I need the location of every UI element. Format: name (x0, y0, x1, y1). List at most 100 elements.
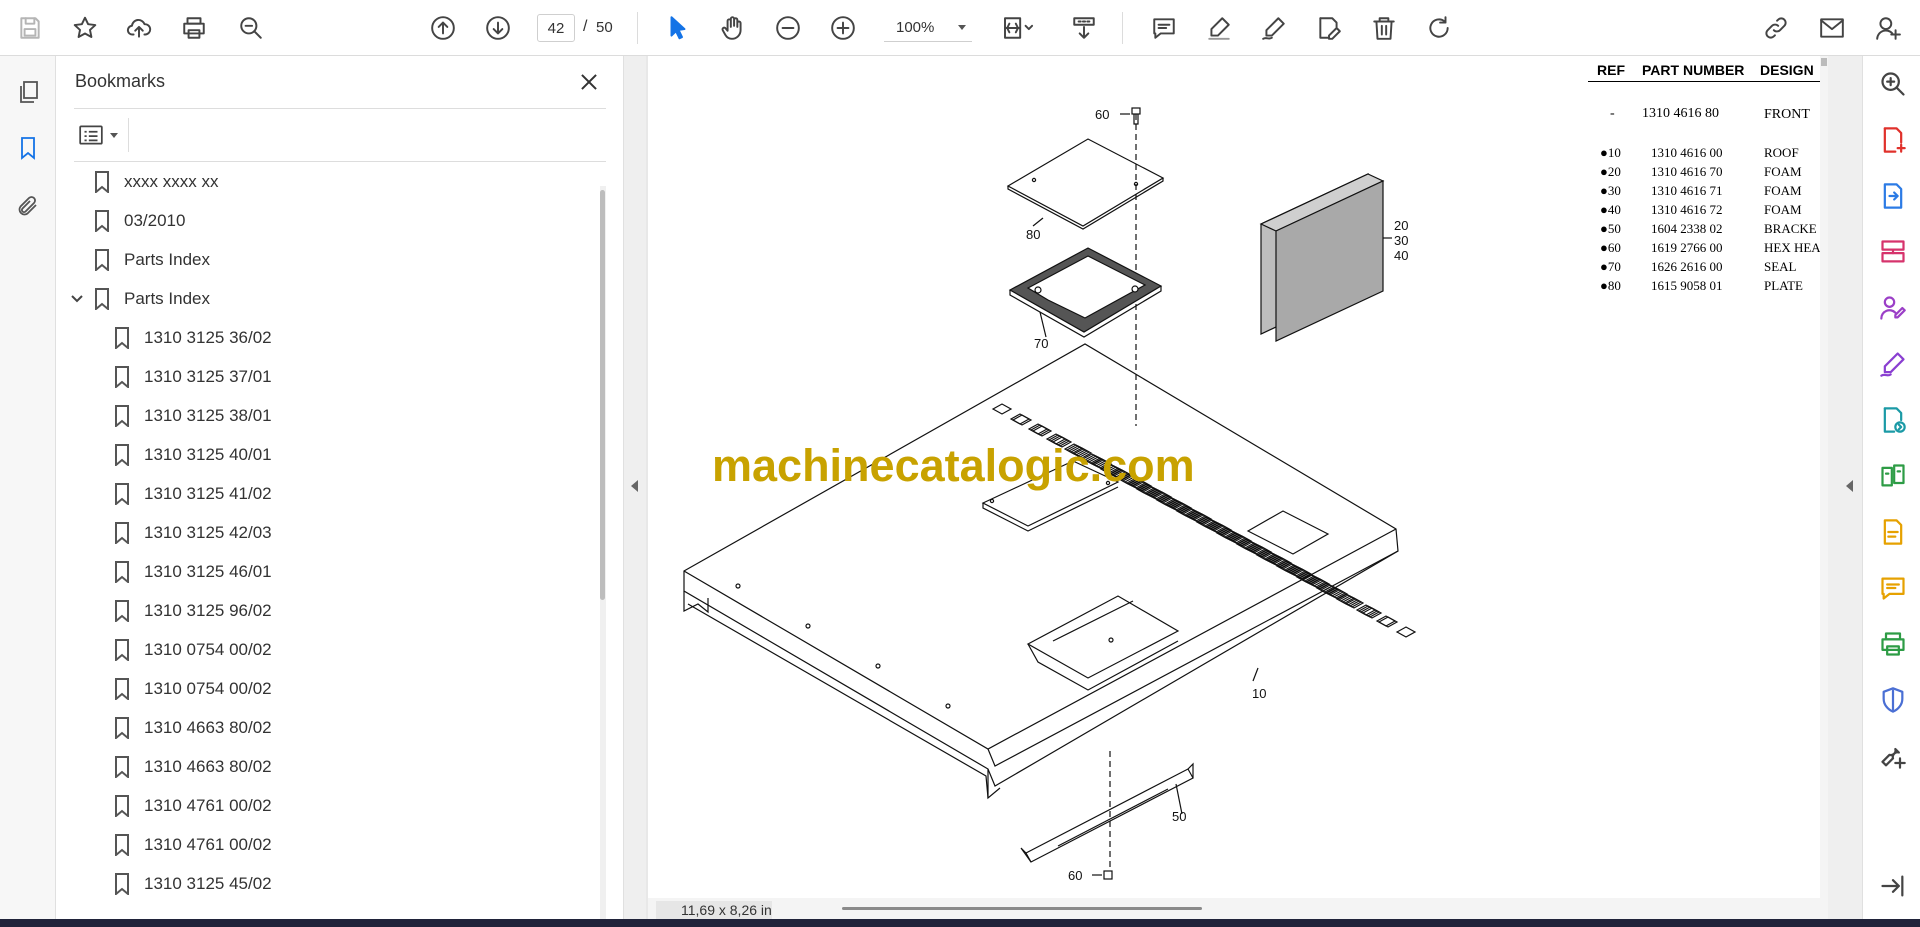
select-tool-icon[interactable] (660, 10, 696, 46)
parts-row-ref: ●80 (1600, 278, 1621, 293)
bookmark-icon (114, 483, 130, 507)
bookmark-label: 03/2010 (124, 211, 186, 230)
close-icon[interactable] (576, 69, 602, 95)
bookmark-item[interactable]: Parts Index (94, 241, 210, 279)
collapse-left-icon[interactable] (631, 480, 638, 492)
fit-page-icon[interactable] (996, 10, 1040, 46)
bookmark-item[interactable]: 1310 4761 00/02 (114, 826, 272, 864)
status-bar: 11,69 x 8,26 in (648, 898, 1828, 919)
rotate-icon[interactable] (1421, 10, 1457, 46)
parts-row-ref: ●40 (1600, 202, 1621, 217)
bookmark-item-expanded[interactable]: Parts Index (56, 280, 596, 318)
email-icon[interactable] (1814, 10, 1850, 46)
bookmark-icon (114, 561, 130, 585)
bookmark-item[interactable]: 1310 3125 36/02 (114, 319, 272, 357)
draw-icon[interactable] (1256, 10, 1292, 46)
parts-row-ref: ●70 (1600, 259, 1621, 274)
bookmark-item[interactable]: 1310 0754 00/02 (114, 670, 272, 708)
hand-tool-icon[interactable] (715, 10, 751, 46)
parts-row-part: 1310 4616 70 (1651, 164, 1723, 179)
account-icon[interactable] (1870, 10, 1906, 46)
bookmark-item[interactable]: 1310 3125 42/03 (114, 514, 272, 552)
bookmark-item[interactable]: 03/2010 (94, 202, 185, 240)
document-vertical-scrollbar[interactable] (1820, 56, 1828, 901)
bookmark-icon (114, 756, 130, 780)
attachments-icon[interactable] (12, 190, 44, 222)
parts-row-ref: - (1610, 106, 1615, 121)
protect-icon[interactable] (1877, 684, 1909, 716)
star-icon[interactable] (67, 10, 103, 46)
bookmark-item[interactable]: 1310 4663 80/02 (114, 709, 272, 747)
share-link-icon[interactable] (1758, 10, 1794, 46)
right-tools-rail (1862, 56, 1920, 919)
create-pdf-icon[interactable] (1877, 124, 1909, 156)
search-zoom-icon[interactable] (1877, 68, 1909, 100)
callout-10: 10 (1252, 686, 1266, 701)
comment-icon[interactable] (1146, 10, 1182, 46)
more-tools-icon[interactable] (1877, 740, 1909, 772)
bookmark-list: xxxx xxxx xx 03/2010 Parts Index Parts I… (56, 163, 596, 919)
upload-icon[interactable] (121, 10, 157, 46)
request-signature-icon[interactable] (1877, 292, 1909, 324)
bookmark-label: Parts Index (124, 250, 210, 269)
compare-icon[interactable] (1877, 460, 1909, 492)
zoom-in-icon[interactable] (825, 10, 861, 46)
edit-text-icon[interactable] (1311, 10, 1347, 46)
bookmark-item[interactable]: 1310 0754 00/02 (114, 631, 272, 669)
bookmark-item[interactable]: 1310 4761 00/02 (114, 787, 272, 825)
bookmark-icon (94, 288, 110, 312)
pages-icon[interactable] (12, 76, 44, 108)
right-panel-splitter[interactable] (1828, 56, 1862, 919)
organize-pages-icon[interactable] (1877, 236, 1909, 268)
export-pdf-icon[interactable] (1877, 180, 1909, 212)
zoom-out-icon[interactable] (770, 10, 806, 46)
scrollbar-thumb[interactable] (1821, 58, 1827, 66)
bookmark-item[interactable]: 1310 4663 80/02 (114, 748, 272, 786)
bookmark-label: 1310 3125 40/01 (144, 445, 272, 464)
scroll-mode-icon[interactable] (1066, 10, 1102, 46)
edit-pdf-icon[interactable] (1877, 516, 1909, 548)
bookmark-item[interactable]: xxxx xxxx xx (94, 163, 218, 201)
left-navigation-rail (0, 56, 56, 919)
bookmark-item[interactable]: 1310 3125 46/01 (114, 553, 272, 591)
comment-tool-icon[interactable] (1877, 572, 1909, 604)
document-horizontal-scrollbar[interactable] (842, 907, 1202, 910)
fill-sign-icon[interactable] (1877, 348, 1909, 380)
bookmark-options-button[interactable] (76, 120, 128, 150)
bookmarks-scrollbar-thumb[interactable] (600, 190, 605, 600)
bookmark-item[interactable]: 1310 3125 41/02 (114, 475, 272, 513)
print-production-icon[interactable] (1877, 628, 1909, 660)
bookmark-icon (114, 366, 130, 390)
parts-row-ref: ●10 (1600, 145, 1621, 160)
delete-icon[interactable] (1366, 10, 1402, 46)
bookmark-label: 1310 4663 80/02 (144, 757, 272, 776)
bookmark-item[interactable]: 1310 3125 37/01 (114, 358, 272, 396)
chevron-down-icon[interactable] (70, 292, 84, 306)
page-size-label: 11,69 x 8,26 in (656, 901, 772, 919)
bookmark-label: 1310 4663 80/02 (144, 718, 272, 737)
print-icon[interactable] (176, 10, 212, 46)
previous-page-icon[interactable] (425, 10, 461, 46)
bookmark-item[interactable]: 1310 3125 45/02 (114, 865, 272, 903)
left-panel-splitter[interactable] (624, 56, 646, 919)
zoom-dropdown[interactable]: 100% (884, 14, 972, 42)
send-review-icon[interactable] (1877, 404, 1909, 436)
bookmark-item[interactable]: 1310 3125 96/02 (114, 592, 272, 630)
collapse-right-icon[interactable] (1846, 480, 1853, 492)
parts-row-part: 1626 2616 00 (1651, 259, 1723, 274)
collapse-panel-icon[interactable] (1877, 870, 1909, 902)
highlight-icon[interactable] (1201, 10, 1237, 46)
bookmark-item[interactable]: 1310 3125 40/01 (114, 436, 272, 474)
bookmarks-icon[interactable] (12, 132, 44, 164)
find-icon[interactable] (233, 10, 269, 46)
next-page-icon[interactable] (480, 10, 516, 46)
parts-row-part: 1310 4616 71 (1651, 183, 1723, 198)
bookmark-item[interactable]: 1310 3125 38/01 (114, 397, 272, 435)
page-number-input[interactable] (537, 14, 575, 42)
bookmark-icon (114, 522, 130, 546)
save-icon[interactable] (12, 10, 48, 46)
zoom-value: 100% (896, 19, 935, 36)
document-page[interactable]: 60 80 70 20 30 40 10 50 60 machinecatalo… (648, 56, 1820, 901)
header-rule (1588, 81, 1820, 82)
bookmark-label: 1310 4761 00/02 (144, 796, 272, 815)
